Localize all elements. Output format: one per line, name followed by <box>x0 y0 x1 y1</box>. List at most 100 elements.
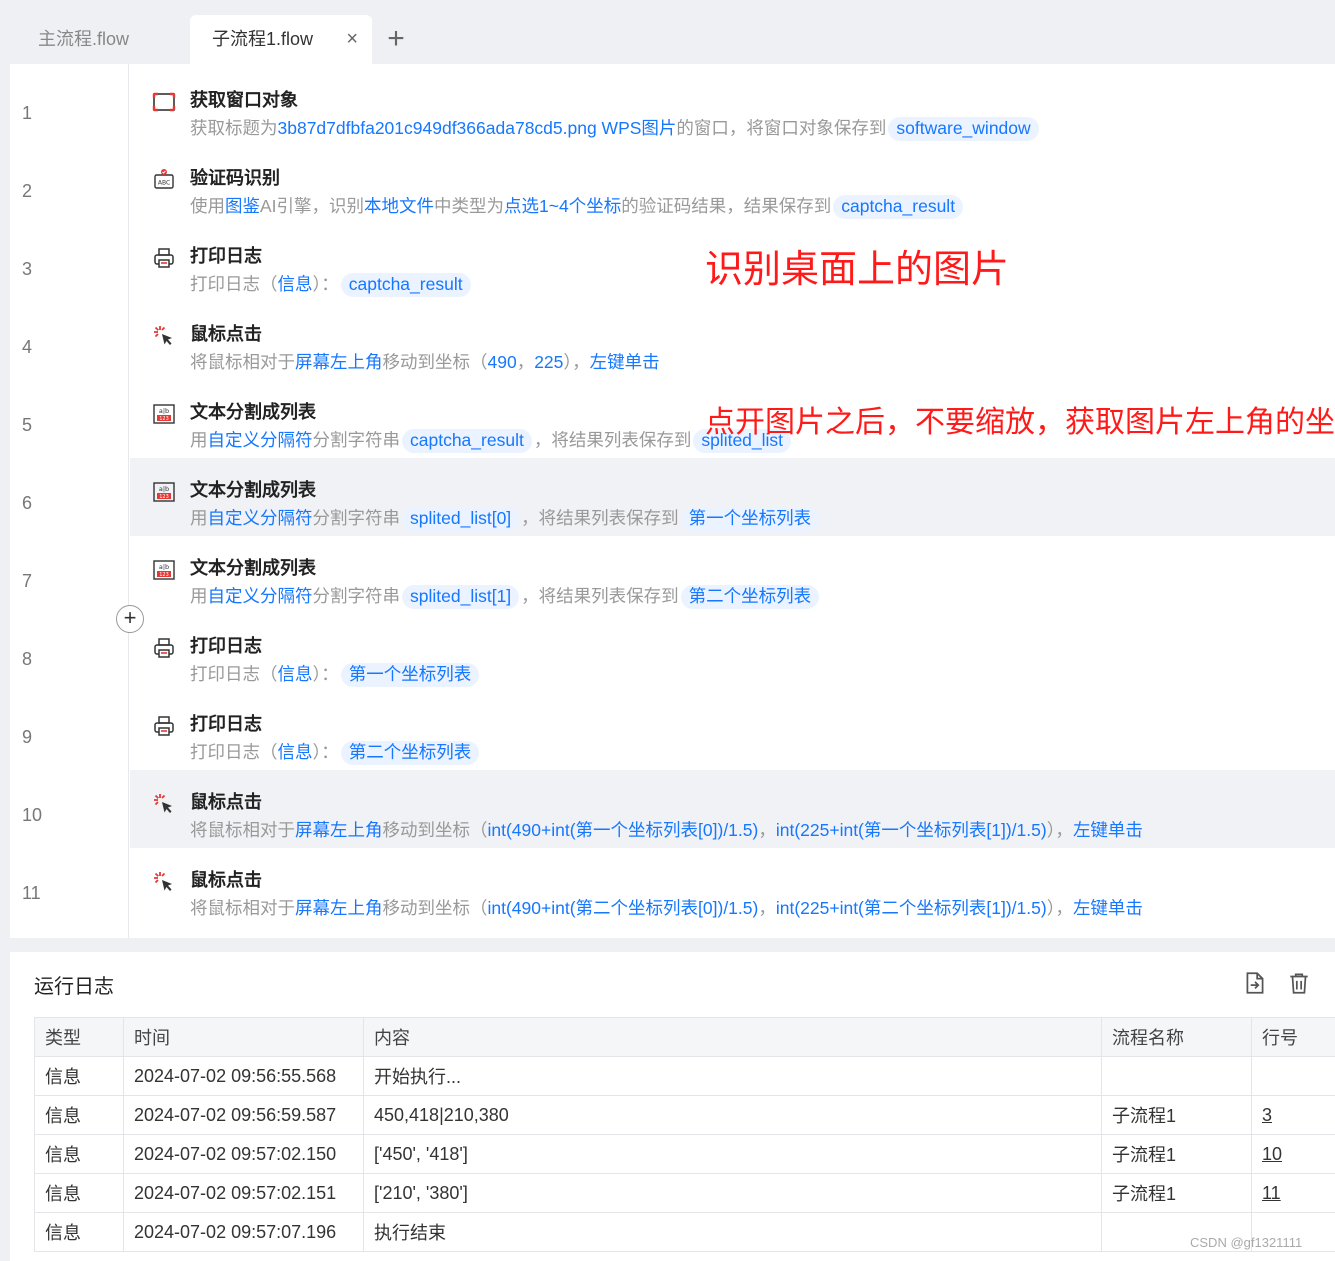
param-link[interactable]: int(490+int(第一个坐标列表[0])/1.5) <box>488 820 759 840</box>
flow-step[interactable]: 鼠标点击 将鼠标相对于屏幕左上角移动到坐标（int(490+int(第一个坐标列表… <box>130 770 1335 848</box>
insert-step-button[interactable]: + <box>116 605 144 633</box>
step-title: 鼠标点击 <box>190 792 262 812</box>
variable-chip[interactable]: captcha_result <box>340 273 471 297</box>
column-header: 内容 <box>363 1017 1102 1057</box>
tab-label: 子流程1.flow <box>212 29 314 49</box>
log-title: 运行日志 <box>34 976 114 998</box>
flow-step[interactable]: 打印日志打印日志（信息）： 第二个坐标列表 <box>130 692 1335 770</box>
description-text: ，将结果列表保存到 <box>533 430 692 450</box>
line-link[interactable]: 3 <box>1262 1105 1272 1125</box>
param-link[interactable]: int(225+int(第二个坐标列表[1])/1.5) <box>776 898 1047 918</box>
param-link[interactable]: int(225+int(第一个坐标列表[1])/1.5) <box>776 820 1047 840</box>
trash-icon[interactable] <box>1286 970 1312 996</box>
param-link[interactable]: 本地文件 <box>364 196 434 216</box>
flow-step[interactable]: a|b 123 文本分割成列表 用自定义分隔符分割字符串 splited_list[0]… <box>130 458 1335 536</box>
export-icon[interactable] <box>1242 970 1268 996</box>
param-link[interactable]: 490 <box>488 352 517 372</box>
variable-chip[interactable]: software_window <box>888 117 1039 141</box>
line-link[interactable]: 10 <box>1262 1144 1282 1164</box>
flow-step[interactable]: ABC 验证码识别 使用图鉴AI引擎，识别本地文件中类型为点选1~4个坐标的验证码结… <box>130 146 1335 224</box>
step-title: 打印日志 <box>190 636 262 656</box>
step-description: 获取标题为3b87d7dfbfa201c949df366ada78cd5.png… <box>190 115 1041 141</box>
step-title: 打印日志 <box>190 246 262 266</box>
line-number: 1 <box>22 103 33 123</box>
line-number: 7 <box>22 571 33 591</box>
step-description: 用自定义分隔符分割字符串 splited_list[0] ，将结果列表保存到 第一个坐… <box>190 505 821 531</box>
table-cell: 执行结束 <box>363 1212 1102 1252</box>
param-link[interactable]: 自定义分隔符 <box>208 430 313 450</box>
param-link[interactable]: 左键单击 <box>1073 898 1143 918</box>
line-number: 2 <box>22 181 33 201</box>
variable-chip[interactable]: 第二个坐标列表 <box>680 585 820 609</box>
step-description: 使用图鉴AI引擎，识别本地文件中类型为点选1~4个坐标的验证码结果，结果保存到 c… <box>190 193 965 219</box>
description-text: 移动到坐标（ <box>382 898 488 918</box>
variable-chip[interactable]: splited_list[1] <box>402 585 520 609</box>
variable-chip[interactable]: 第二个坐标列表 <box>340 741 480 765</box>
param-link[interactable]: 3b87d7dfbfa201c949df366ada78cd5.png WPS图… <box>278 118 677 138</box>
line-number: 11 <box>22 883 41 903</box>
description-text: 中类型为 <box>434 196 505 216</box>
param-link[interactable]: 信息 <box>278 742 313 762</box>
svg-text:123: 123 <box>159 416 169 422</box>
svg-text:123: 123 <box>159 494 169 500</box>
description-text: 分割字符串 <box>312 586 401 606</box>
param-link[interactable]: 左键单击 <box>590 352 660 372</box>
table-cell: 450,418|210,380 <box>363 1095 1102 1135</box>
param-link[interactable]: 左键单击 <box>1073 820 1143 840</box>
param-link[interactable]: 图鉴 <box>225 196 260 216</box>
param-link[interactable]: 屏幕左上角 <box>295 820 383 840</box>
table-cell: 信息 <box>34 1173 124 1213</box>
flow-step[interactable]: a|b 123 文本分割成列表 用自定义分隔符分割字符串 splited_list[1]… <box>130 536 1335 614</box>
param-link[interactable]: 信息 <box>278 664 313 684</box>
tab-subflow-1[interactable]: 子流程1.flow × <box>190 15 372 64</box>
variable-chip[interactable]: 第一个坐标列表 <box>340 663 480 687</box>
param-link[interactable]: int(490+int(第二个坐标列表[0])/1.5) <box>488 898 759 918</box>
table-cell <box>1101 1056 1252 1096</box>
table-row: 信息 2024-07-02 09:56:55.568 开始执行... <box>34 1056 1335 1096</box>
param-link[interactable]: 225 <box>534 352 563 372</box>
description-text: 打印日志（ <box>190 274 278 294</box>
step-title: 打印日志 <box>190 714 262 734</box>
description-text: 移动到坐标（ <box>382 820 488 840</box>
flow-step[interactable]: 鼠标点击 将鼠标相对于屏幕左上角移动到坐标（490，225），左键单击 <box>130 302 1335 380</box>
mouse-click-icon <box>152 870 176 894</box>
close-icon[interactable]: × <box>346 15 358 64</box>
line-link[interactable]: 11 <box>1262 1183 1281 1203</box>
step-description: 将鼠标相对于屏幕左上角移动到坐标（490，225），左键单击 <box>190 349 660 375</box>
description-text: 分割字符串 <box>312 508 401 528</box>
run-log-panel: 运行日志 类型 时间 内容 流程名称 行号 信息 2024-07-02 09:56:55.… <box>10 952 1335 1261</box>
variable-chip[interactable]: captcha_result <box>402 429 532 453</box>
variable-chip[interactable]: captcha_result <box>833 195 964 219</box>
description-text: ）， <box>563 352 590 372</box>
table-row: 信息 2024-07-02 09:57:02.150 ['450', '418'] 子… <box>34 1134 1335 1174</box>
variable-chip[interactable]: splited_list[0] <box>402 507 520 531</box>
line-number: 9 <box>22 727 33 747</box>
tab-main-flow[interactable]: 主流程.flow <box>18 15 188 64</box>
table-cell: 信息 <box>34 1212 124 1252</box>
description-text: AI引擎，识别 <box>260 196 365 216</box>
column-header: 时间 <box>123 1017 364 1057</box>
param-link[interactable]: 自定义分隔符 <box>208 508 313 528</box>
param-link[interactable]: 自定义分隔符 <box>208 586 313 606</box>
add-tab-button[interactable]: + <box>382 18 410 60</box>
param-link[interactable]: 屏幕左上角 <box>295 898 383 918</box>
variable-chip[interactable]: 第一个坐标列表 <box>680 507 820 531</box>
table-cell: 2024-07-02 09:57:07.196 <box>123 1212 364 1252</box>
table-cell: 信息 <box>34 1134 124 1174</box>
annotation-text: 点开图片之后，不要缩放，获取图片左上角的坐标 <box>705 405 1335 440</box>
table-cell: 信息 <box>34 1056 124 1096</box>
table-row: 信息 2024-07-02 09:57:07.196 执行结束 <box>34 1212 1335 1252</box>
flow-step[interactable]: 鼠标点击 将鼠标相对于屏幕左上角移动到坐标（int(490+int(第二个坐标列表… <box>130 848 1335 926</box>
flow-step[interactable]: 获取窗口对象 获取标题为3b87d7dfbfa201c949df366ada78c… <box>130 68 1335 146</box>
step-title: 文本分割成列表 <box>190 558 316 578</box>
flow-step[interactable]: 打印日志 打印日志（信息）： 第一个坐标列表 <box>130 614 1335 692</box>
description-text: ，将结果列表保存到 <box>521 586 679 606</box>
svg-text:a|b: a|b <box>159 485 169 493</box>
step-title: 文本分割成列表 <box>190 402 316 422</box>
param-link[interactable]: 点选1~4个坐标 <box>504 196 621 216</box>
mouse-click-icon <box>152 792 176 816</box>
table-cell: 开始执行... <box>363 1056 1102 1096</box>
step-description: 打印日志（信息）： 第二个坐标列表 <box>190 739 481 765</box>
param-link[interactable]: 屏幕左上角 <box>295 352 383 372</box>
param-link[interactable]: 信息 <box>278 274 313 294</box>
